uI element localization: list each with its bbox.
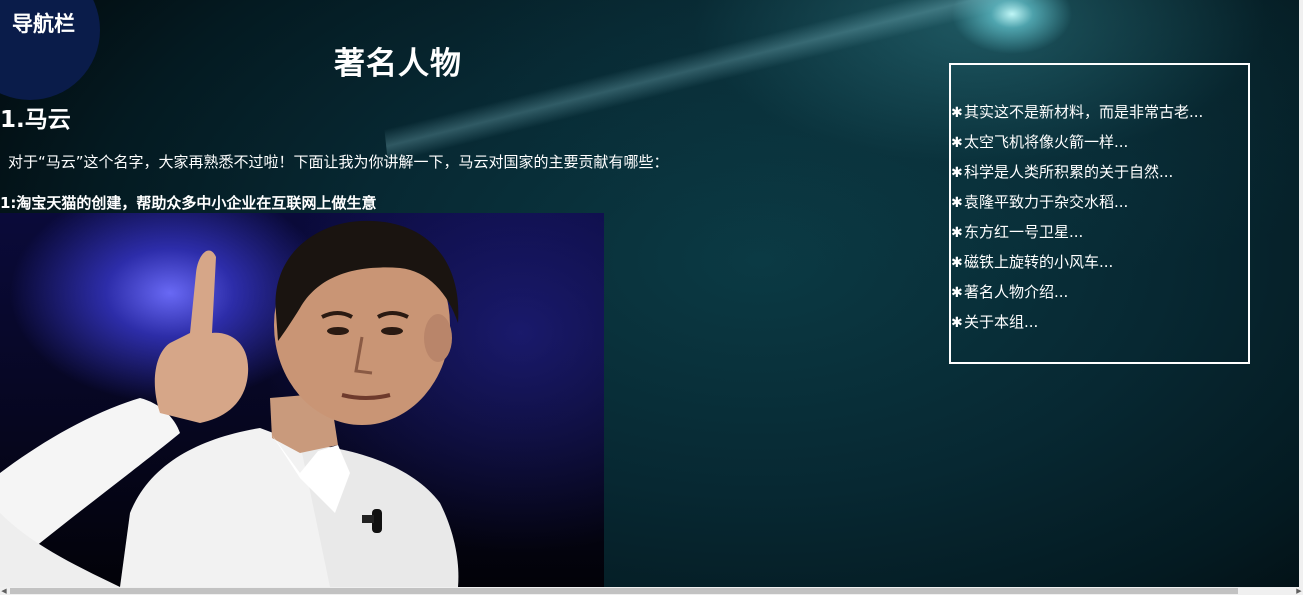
background-light-streak [375,0,1045,165]
contribution-heading: 1:淘宝天猫的创建，帮助众多中小企业在互联网上做生意 [0,194,377,212]
sidebar-item-label: 其实这不是新材料，而是非常古老... [964,103,1204,121]
sidebar-link-list: ✱其实这不是新材料，而是非常古老... ✱太空飞机将像火箭一样... ✱科学是人… [951,97,1203,337]
sidebar-item-satellite[interactable]: ✱东方红一号卫星... [951,217,1203,247]
person-photo [0,213,604,587]
star-bullet-icon: ✱ [951,165,963,181]
sidebar-link-box: ✱其实这不是新材料，而是非常古老... ✱太空飞机将像火箭一样... ✱科学是人… [949,63,1250,364]
sidebar-item-famous-people[interactable]: ✱著名人物介绍... [951,277,1203,307]
star-bullet-icon: ✱ [951,285,963,301]
star-bullet-icon: ✱ [951,135,963,151]
sidebar-item-about-group[interactable]: ✱关于本组... [951,307,1203,337]
horizontal-scrollbar-thumb[interactable] [10,588,1238,594]
sidebar-item-label: 袁隆平致力于杂交水稻... [964,193,1129,211]
sidebar-item-hybrid-rice[interactable]: ✱袁隆平致力于杂交水稻... [951,187,1203,217]
sidebar-item-label: 关于本组... [964,313,1039,331]
star-bullet-icon: ✱ [951,195,963,211]
sidebar-item-label: 东方红一号卫星... [964,223,1084,241]
sidebar-item-space-plane[interactable]: ✱太空飞机将像火箭一样... [951,127,1203,157]
vertical-scrollbar-edge[interactable] [1299,0,1303,587]
scroll-right-arrow-icon[interactable]: ▶ [1295,587,1303,595]
star-bullet-icon: ✱ [951,105,963,121]
star-bullet-icon: ✱ [951,255,963,271]
sidebar-item-windmill[interactable]: ✱磁铁上旋转的小风车... [951,247,1203,277]
horizontal-scrollbar[interactable]: ◀ ▶ [0,587,1303,595]
scroll-left-arrow-icon[interactable]: ◀ [0,587,8,595]
sidebar-item-old-material[interactable]: ✱其实这不是新材料，而是非常古老... [951,97,1203,127]
sidebar-item-label: 太空飞机将像火箭一样... [964,133,1129,151]
star-bullet-icon: ✱ [951,315,963,331]
sidebar-item-label: 著名人物介绍... [964,283,1069,301]
page-title: 著名人物 [334,46,462,82]
sidebar-item-science[interactable]: ✱科学是人类所积累的关于自然... [951,157,1203,187]
sidebar-item-label: 科学是人类所积累的关于自然... [964,163,1174,181]
page-root: 导航栏 著名人物 1.马云 对于“马云”这个名字，大家再熟悉不过啦！下面让我为你… [0,0,1303,595]
intro-paragraph: 对于“马云”这个名字，大家再熟悉不过啦！下面让我为你讲解一下，马云对国家的主要贡… [8,153,669,171]
section-heading: 1.马云 [0,107,71,133]
sidebar-item-label: 磁铁上旋转的小风车... [964,253,1114,271]
star-bullet-icon: ✱ [951,225,963,241]
nav-title[interactable]: 导航栏 [12,8,75,38]
